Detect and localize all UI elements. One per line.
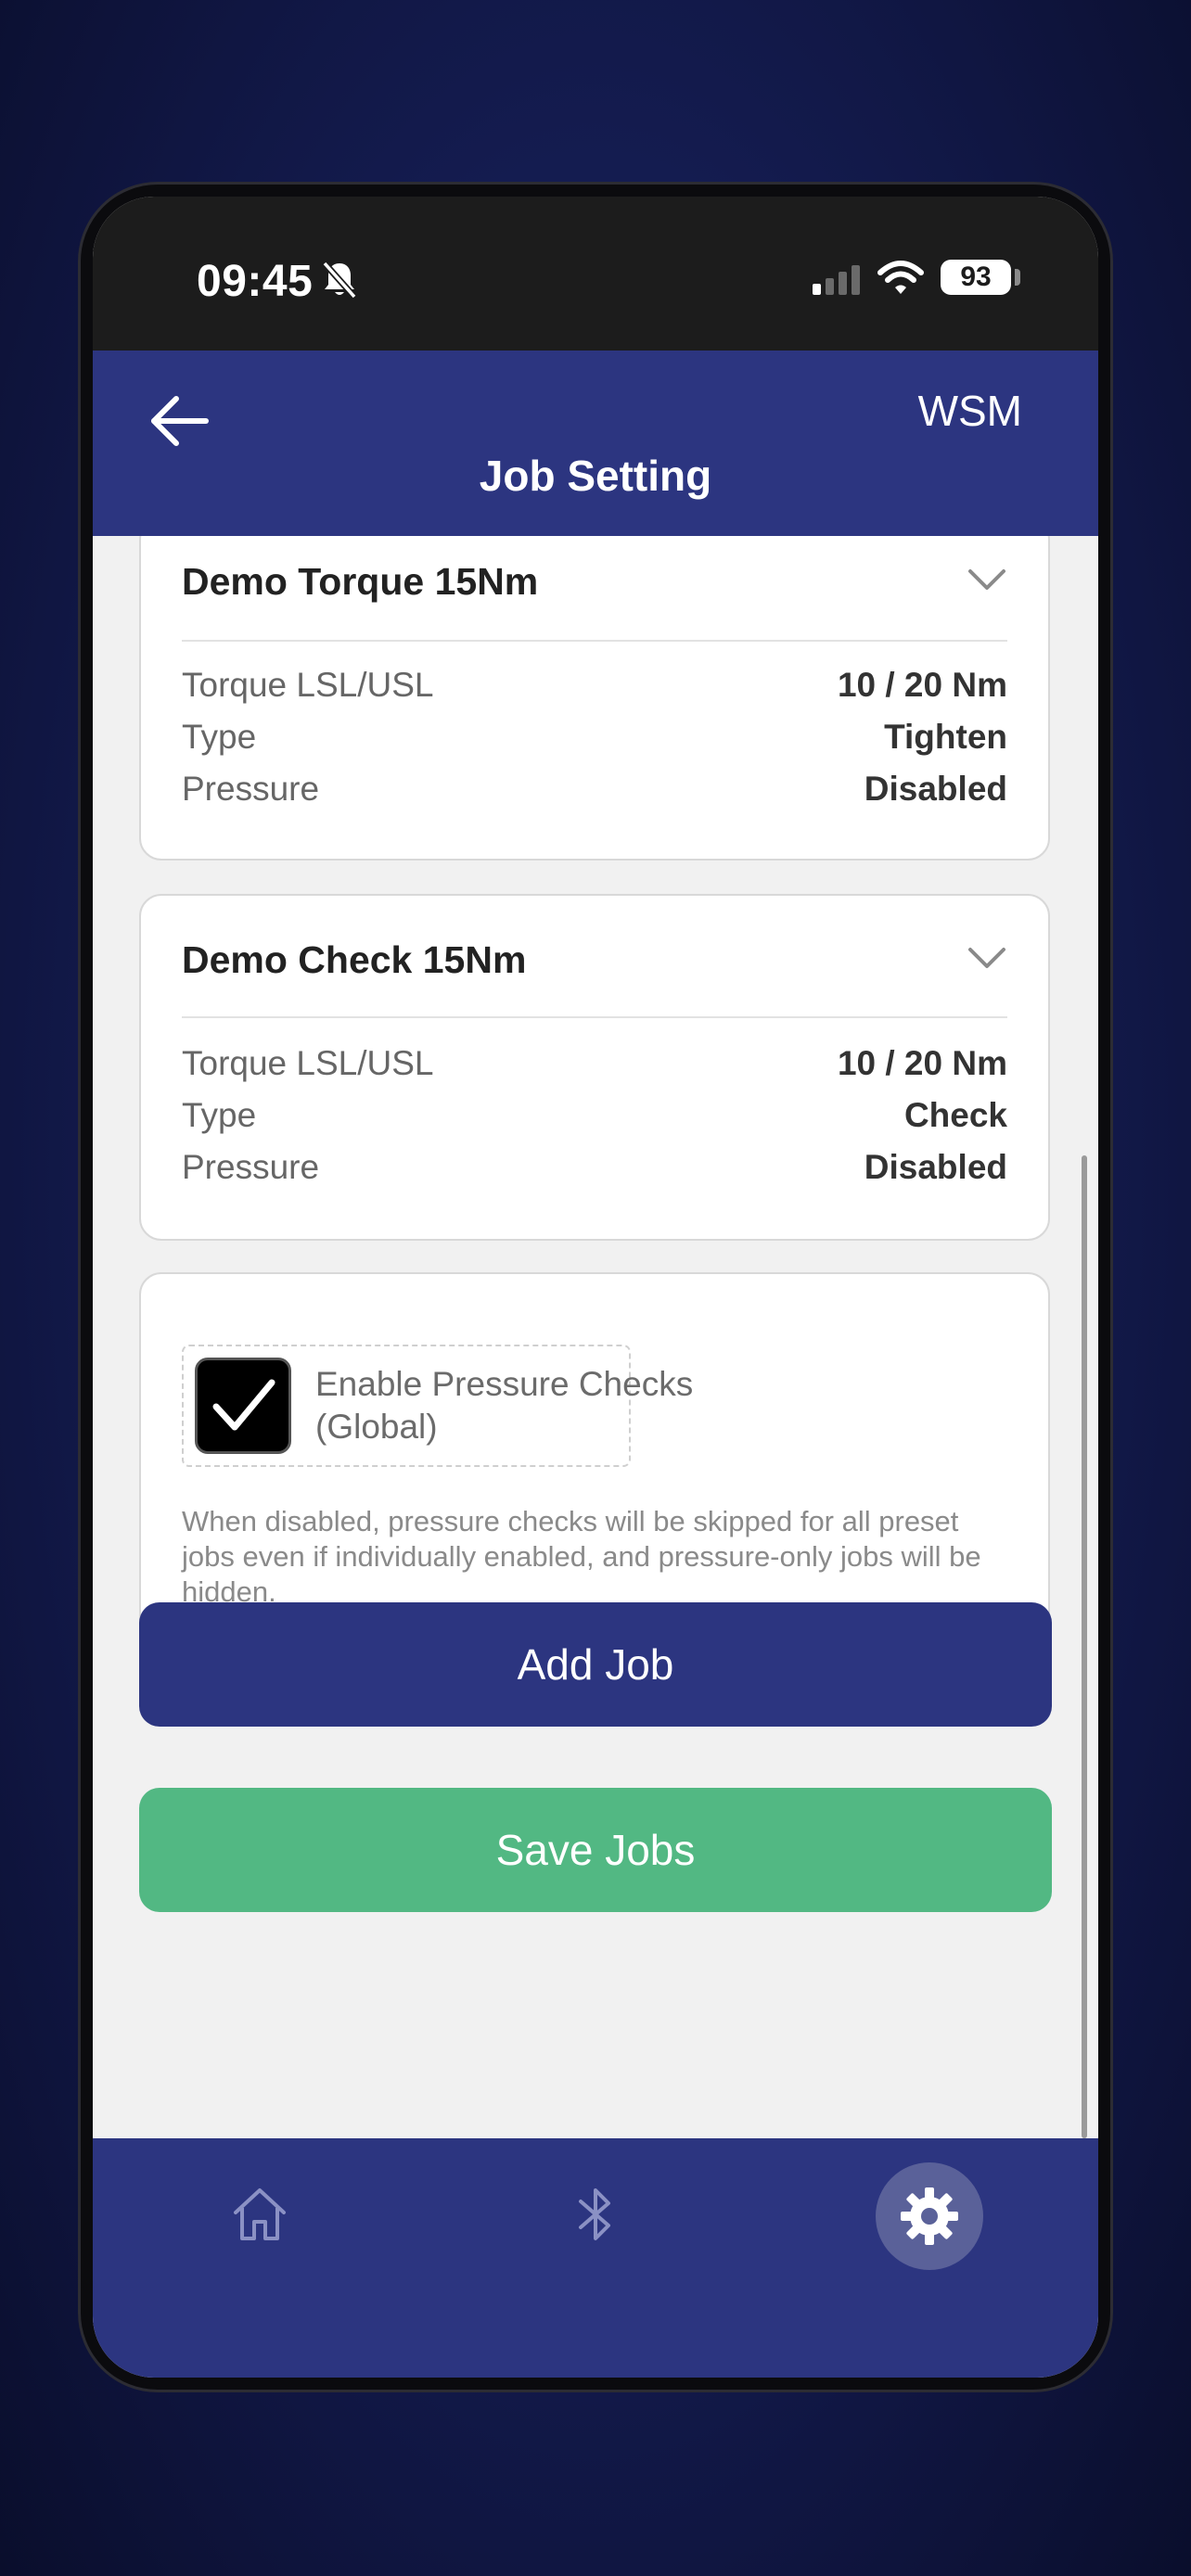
checkmark-icon (212, 1379, 275, 1431)
torque-limits-label: Torque LSL/USL (182, 1044, 434, 1082)
chevron-down-icon[interactable] (967, 946, 1007, 972)
torque-limits-value: 10 / 20 Nm (837, 666, 1007, 704)
status-bar: 09:45 93 (93, 197, 1098, 351)
app-header: WSM Job Setting (93, 351, 1098, 536)
global-pressure-checkbox[interactable] (195, 1358, 291, 1454)
save-jobs-button[interactable]: Save Jobs (139, 1788, 1052, 1912)
header-wsm-label[interactable]: WSM (918, 386, 1022, 436)
job-card[interactable]: Demo Check 15Nm Torque LSL/USL 10 / 20 N… (139, 894, 1050, 1241)
type-label: Type (182, 1096, 257, 1134)
torque-limits-value: 10 / 20 Nm (837, 1044, 1007, 1082)
type-value: Check (903, 1096, 1007, 1134)
wifi-icon (877, 261, 924, 294)
tab-settings[interactable] (876, 2162, 983, 2270)
torque-limits-label: Torque LSL/USL (182, 666, 434, 704)
global-pressure-help: When disabled, pressure checks will be s… (182, 1505, 981, 1608)
job-card[interactable]: Demo Torque 15Nm Torque LSL/USL 10 / 20 … (139, 536, 1050, 861)
job-name: Demo Torque 15Nm (182, 560, 539, 603)
bottom-tab-bar (93, 2138, 1098, 2378)
pressure-label: Pressure (182, 770, 320, 808)
pressure-value: Disabled (864, 770, 1007, 808)
chevron-down-icon[interactable] (967, 567, 1007, 593)
type-value: Tighten (884, 718, 1007, 756)
page-title: Job Setting (479, 452, 712, 500)
bell-muted-icon (322, 261, 357, 300)
back-arrow-icon[interactable] (147, 388, 213, 454)
pressure-value: Disabled (864, 1148, 1007, 1186)
global-pressure-label[interactable]: Enable Pressure Checks (Global) (315, 1363, 705, 1448)
home-icon[interactable] (230, 2185, 289, 2244)
bluetooth-icon[interactable] (575, 2185, 616, 2244)
add-job-button[interactable]: Add Job (139, 1602, 1052, 1727)
global-pressure-toggle[interactable]: Enable Pressure Checks (Global) (182, 1345, 693, 1467)
gear-icon (901, 2187, 958, 2245)
app-screen: 09:45 93 WSM Job Setting Demo Torque 15N… (93, 197, 1098, 2378)
scrollbar[interactable] (1082, 1155, 1087, 2138)
cell-signal-icon (813, 265, 860, 295)
battery-tip (1015, 269, 1020, 286)
card-divider (182, 640, 1007, 642)
battery-indicator: 93 (941, 260, 1011, 295)
type-label: Type (182, 718, 257, 756)
status-time: 09:45 (197, 257, 314, 306)
pressure-label: Pressure (182, 1148, 320, 1186)
card-divider (182, 1016, 1007, 1018)
job-name: Demo Check 15Nm (182, 938, 527, 981)
